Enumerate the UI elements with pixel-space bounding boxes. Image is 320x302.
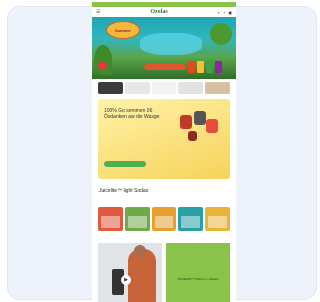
category-item[interactable] — [98, 82, 123, 94]
category-item[interactable] — [151, 82, 177, 94]
hero-flower — [98, 61, 107, 70]
feature-text: JUICEZIN™ SODA in 1 Minuts — [177, 277, 219, 281]
hero-pool — [140, 33, 202, 55]
promo-product-image — [206, 119, 218, 133]
category-item[interactable] — [124, 82, 150, 94]
product-carousel — [98, 207, 230, 231]
account-icon[interactable]: ◔ — [223, 10, 225, 15]
hero-product — [188, 61, 195, 73]
product-tile[interactable] — [124, 207, 150, 231]
person-head — [134, 245, 146, 257]
person-image — [128, 249, 156, 302]
site-header: ☰ Ozolas ⌕ ◔ ▣ — [92, 7, 236, 17]
product-tile[interactable] — [151, 207, 177, 231]
promo-button[interactable] — [104, 161, 146, 167]
product-tile[interactable] — [178, 207, 204, 231]
brand-logo[interactable]: Ozolas — [150, 9, 167, 15]
section-title: Juicelite™ light Sodas — [99, 188, 149, 194]
hero-leaf-right — [210, 23, 232, 45]
product-tile[interactable] — [205, 207, 230, 231]
play-icon[interactable]: ▶ — [121, 275, 131, 285]
hero-cta-button[interactable] — [144, 64, 186, 70]
hero-product — [206, 61, 213, 73]
hero-product — [215, 61, 222, 73]
menu-icon[interactable]: ☰ — [96, 9, 100, 15]
category-strip — [98, 82, 230, 94]
cart-icon[interactable]: ▣ — [228, 10, 232, 15]
header-actions: ⌕ ◔ ▣ — [218, 10, 232, 15]
product-tile[interactable] — [98, 207, 123, 231]
promo-product-image — [188, 131, 197, 141]
promo-product-image — [194, 111, 206, 125]
hero-badge: Summer — [106, 21, 140, 39]
category-item[interactable] — [205, 82, 230, 94]
promo-product-image — [180, 115, 192, 129]
category-item[interactable] — [178, 82, 204, 94]
promo-card[interactable]: 100% Go semmen 06 Ösdanken aw die Wasge — [98, 99, 230, 179]
hero-product — [197, 61, 204, 73]
hero-banner[interactable]: Summer — [92, 17, 236, 79]
promo-title: 100% Go semmen 06 Ösdanken aw die Wasge — [104, 108, 160, 120]
search-icon[interactable]: ⌕ — [218, 10, 220, 15]
hero-leaf-left — [94, 45, 112, 75]
page-preview[interactable]: ☰ Ozolas ⌕ ◔ ▣ Summer 100% Go semmen 06 … — [92, 2, 236, 302]
feature-tile[interactable]: JUICEZIN™ SODA in 1 Minuts — [166, 243, 230, 302]
video-tile[interactable]: ▶ — [98, 243, 162, 302]
